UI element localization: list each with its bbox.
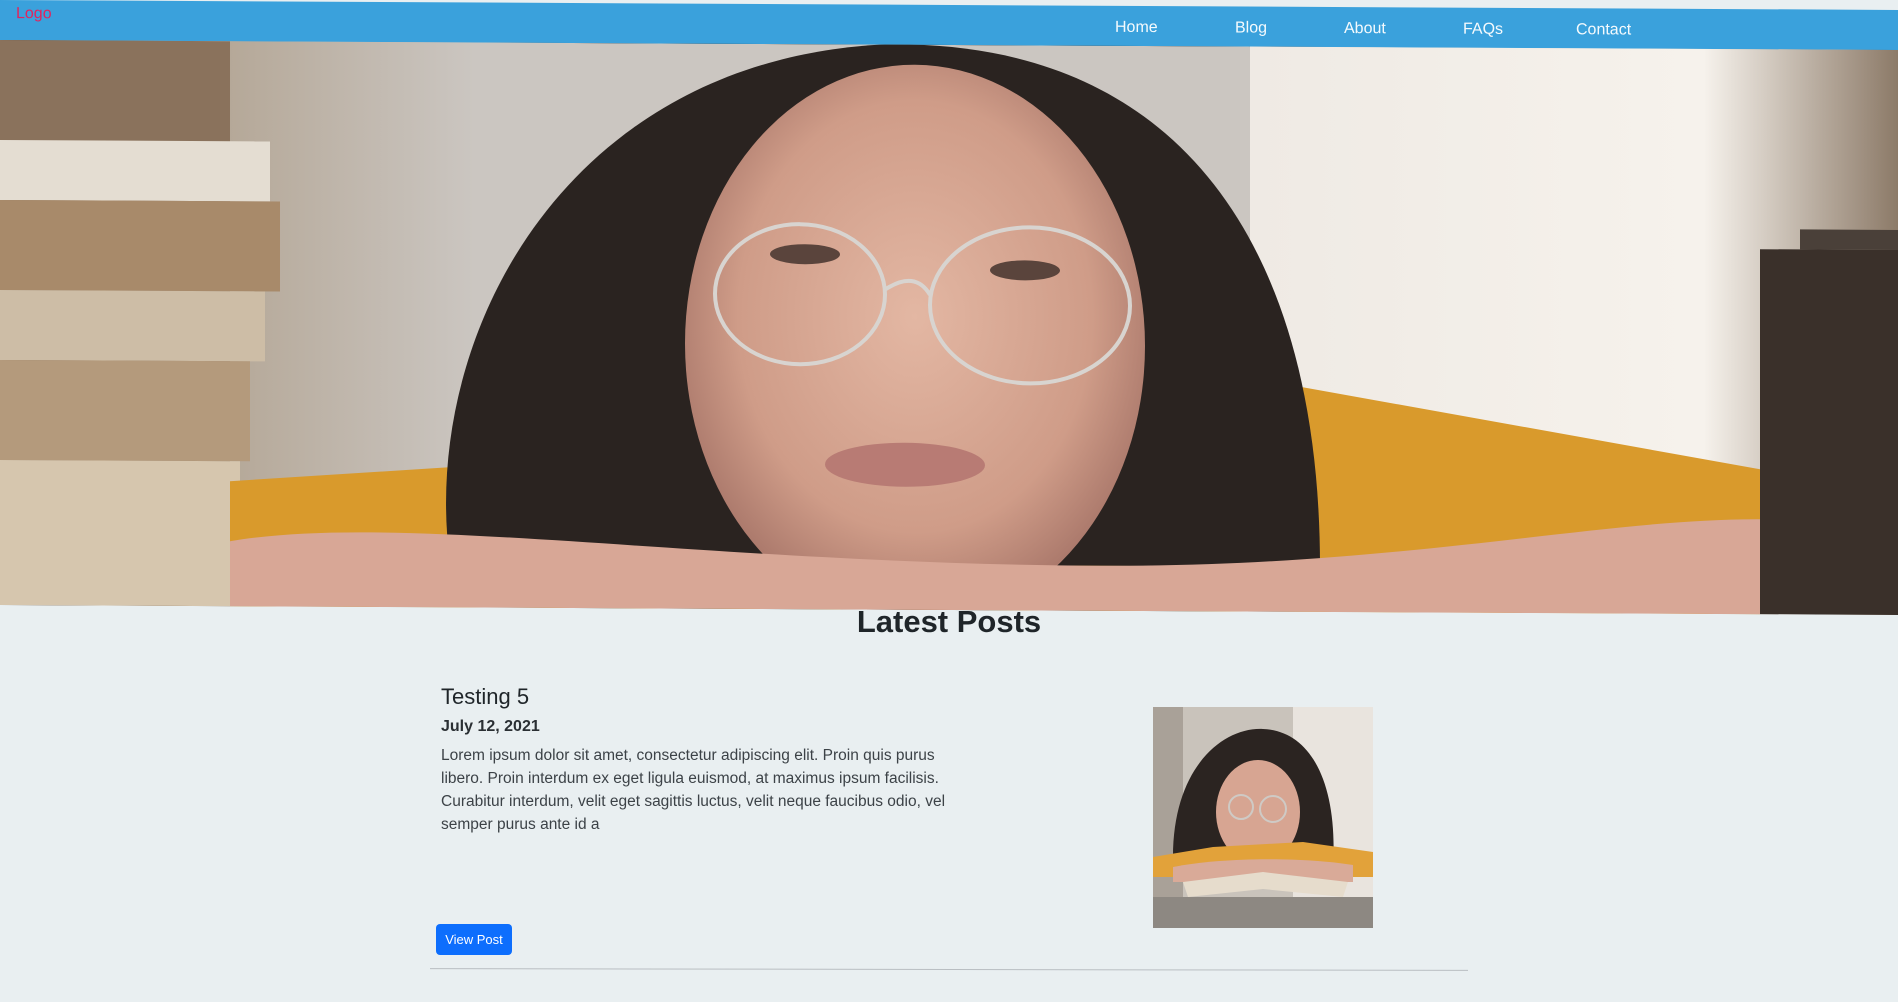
post-title: Testing 5 [441,684,530,709]
post-date: July 12, 2021 [441,718,540,735]
latest-posts-heading: Latest Posts [856,604,1042,639]
nav-about-link[interactable]: About [1344,20,1386,38]
hero-image [0,40,1898,615]
hero-illustration [0,40,1898,615]
nav-blog-link[interactable]: Blog [1235,19,1267,37]
post-excerpt: Lorem ipsum dolor sit amet, consectetur … [441,747,946,833]
view-post-button[interactable]: View Post [436,924,512,955]
logo-link[interactable]: Logo [16,5,52,23]
nav-contact-link[interactable]: Contact [1576,21,1631,39]
post-thumbnail [1153,707,1373,928]
post-divider [429,968,1469,971]
post-thumbnail-illustration [1153,707,1373,928]
nav-home-link[interactable]: Home [1115,19,1158,37]
nav-faqs-link[interactable]: FAQs [1463,21,1503,39]
